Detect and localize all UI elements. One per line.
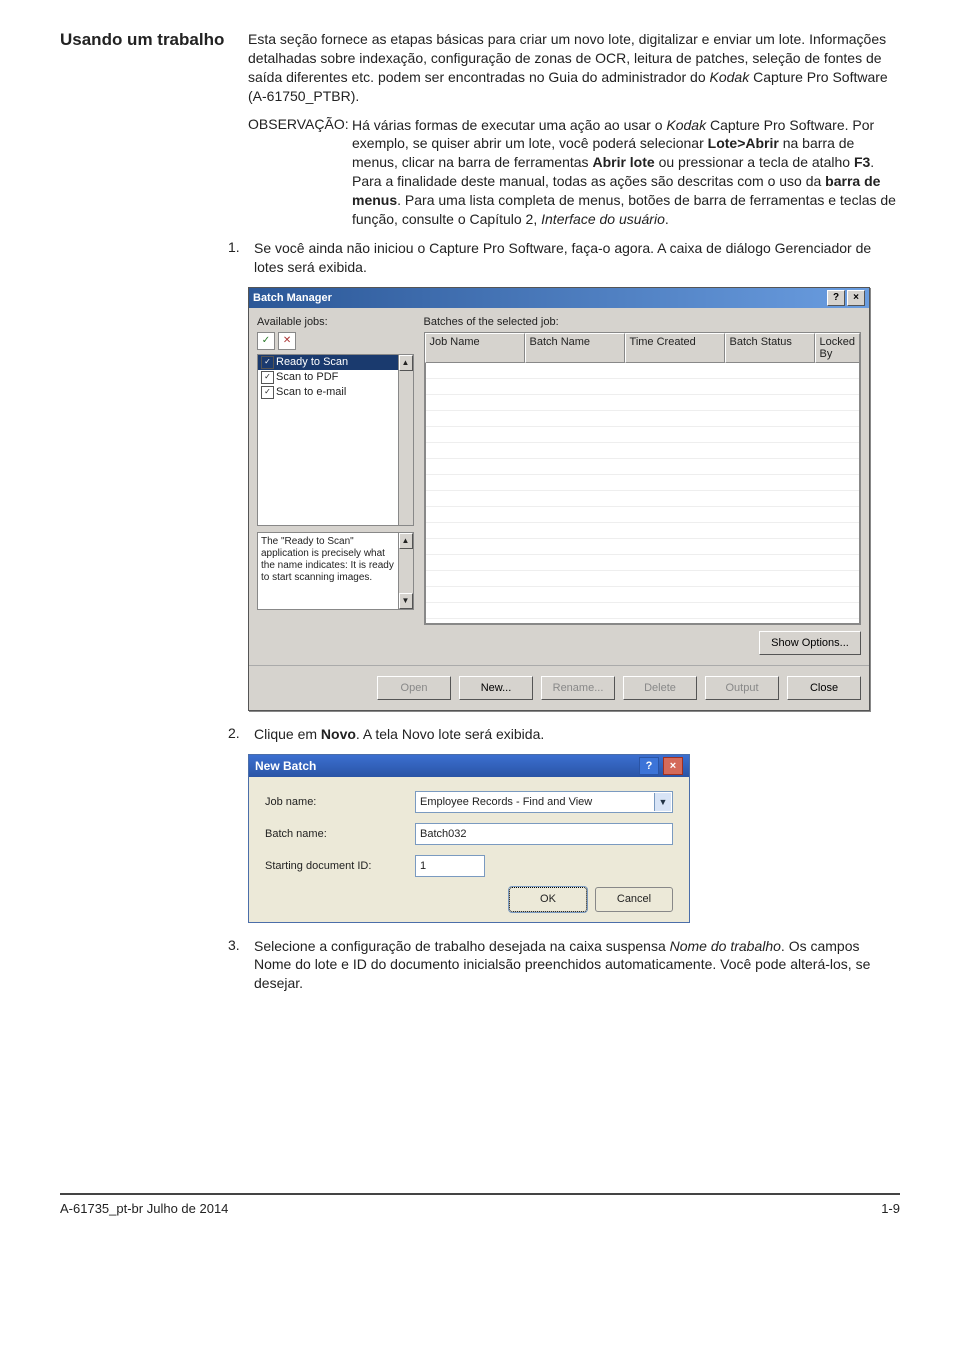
- page-footer: A-61735_pt-br Julho de 2014 1-9: [60, 1193, 900, 1216]
- help-icon[interactable]: ?: [827, 290, 845, 306]
- scrollbar[interactable]: ▲: [398, 355, 413, 525]
- help-icon[interactable]: ?: [639, 757, 659, 775]
- batch-name-label: Batch name:: [265, 828, 415, 840]
- intro-paragraph: Esta seção fornece as etapas básicas par…: [248, 30, 900, 106]
- close-icon[interactable]: ×: [847, 290, 865, 306]
- scroll-down-icon[interactable]: ▼: [399, 593, 413, 609]
- check-icon[interactable]: ✓: [257, 332, 275, 350]
- list-item[interactable]: ✓Scan to PDF: [258, 370, 413, 385]
- footer-left: A-61735_pt-br Julho de 2014: [60, 1201, 228, 1216]
- close-icon[interactable]: ×: [663, 757, 683, 775]
- checkbox-icon[interactable]: ✓: [261, 371, 274, 384]
- batches-grid[interactable]: Job Name Batch Name Time Created Batch S…: [424, 332, 861, 625]
- batch-manager-title: Batch Manager: [253, 292, 332, 304]
- section-heading: Usando um trabalho: [60, 30, 230, 1003]
- ok-button[interactable]: OK: [509, 887, 587, 912]
- step-1: 1. Se você ainda não iniciou o Capture P…: [228, 239, 900, 277]
- step-2: 2. Clique em Novo. A tela Novo lote será…: [228, 725, 900, 744]
- new-batch-dialog: New Batch ? × Job name: Employee Records…: [248, 754, 690, 923]
- new-button[interactable]: New...: [459, 676, 533, 700]
- job-name-combo[interactable]: Employee Records - Find and View ▼: [415, 791, 673, 813]
- observation-label: OBSERVAÇÃO:: [248, 116, 349, 132]
- checkbox-icon[interactable]: ✓: [261, 386, 274, 399]
- batch-manager-titlebar: Batch Manager ? ×: [249, 288, 869, 308]
- list-item[interactable]: ✓Scan to e-mail: [258, 385, 413, 400]
- x-icon[interactable]: ✕: [278, 332, 296, 350]
- list-item[interactable]: ✓Ready to Scan: [258, 355, 413, 370]
- show-options-button[interactable]: Show Options...: [759, 631, 861, 655]
- new-batch-titlebar: New Batch ? ×: [249, 755, 689, 777]
- checkbox-icon[interactable]: ✓: [261, 356, 274, 369]
- column-header[interactable]: Batch Status: [725, 333, 815, 363]
- footer-right: 1-9: [881, 1201, 900, 1216]
- delete-button[interactable]: Delete: [623, 676, 697, 700]
- jobs-list[interactable]: ✓Ready to Scan ✓Scan to PDF ✓Scan to e-m…: [257, 354, 414, 526]
- rename-button[interactable]: Rename...: [541, 676, 615, 700]
- chevron-down-icon[interactable]: ▼: [654, 793, 671, 811]
- starting-doc-id-field[interactable]: 1: [415, 855, 485, 877]
- job-name-label: Job name:: [265, 796, 415, 808]
- column-header[interactable]: Time Created: [625, 333, 725, 363]
- available-jobs-label: Available jobs:: [257, 316, 414, 328]
- scroll-up-icon[interactable]: ▲: [399, 355, 413, 371]
- column-header[interactable]: Job Name: [425, 333, 525, 363]
- job-description: The "Ready to Scan" application is preci…: [257, 532, 414, 610]
- open-button[interactable]: Open: [377, 676, 451, 700]
- step-3: 3. Selecione a configuração de trabalho …: [228, 937, 900, 994]
- observation-text: Há várias formas de executar uma ação ao…: [352, 116, 900, 229]
- column-header[interactable]: Batch Name: [525, 333, 625, 363]
- column-header[interactable]: Locked By: [815, 333, 860, 363]
- scrollbar[interactable]: ▲ ▼: [398, 533, 413, 609]
- scroll-up-icon[interactable]: ▲: [399, 533, 413, 549]
- starting-doc-id-label: Starting document ID:: [265, 860, 415, 872]
- batch-manager-dialog: Batch Manager ? × Available jobs: ✓ ✕ ✓R…: [248, 287, 870, 711]
- batch-name-field[interactable]: Batch032: [415, 823, 673, 845]
- new-batch-title: New Batch: [255, 759, 316, 773]
- output-button[interactable]: Output: [705, 676, 779, 700]
- close-button[interactable]: Close: [787, 676, 861, 700]
- cancel-button[interactable]: Cancel: [595, 887, 673, 912]
- batches-of-job-label: Batches of the selected job:: [424, 316, 861, 328]
